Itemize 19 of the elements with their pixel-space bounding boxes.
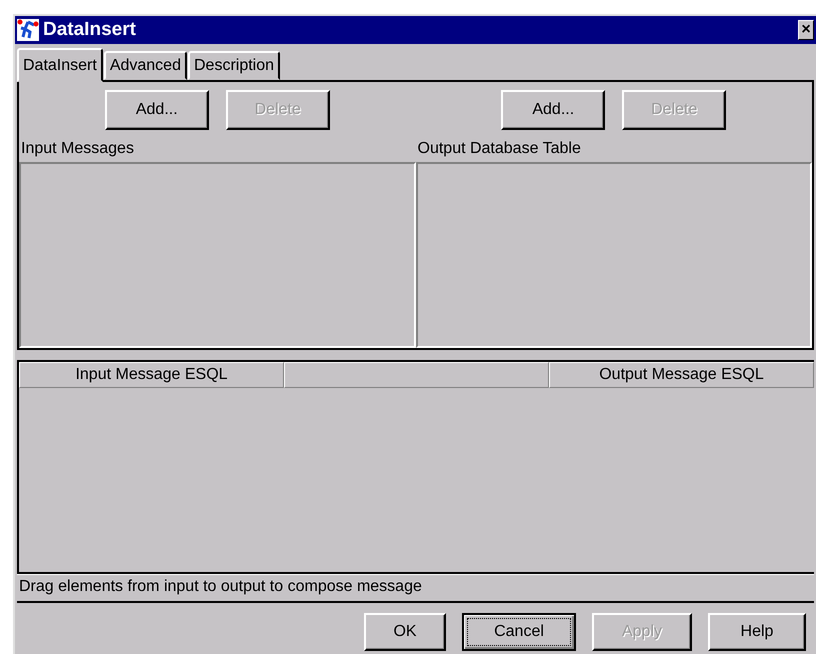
column-header[interactable]: Input Message ESQL xyxy=(19,362,284,388)
list-label: Output Database Table xyxy=(416,139,582,159)
list-box[interactable] xyxy=(416,162,812,348)
column-header[interactable] xyxy=(284,362,549,388)
app-icon xyxy=(17,19,39,41)
dialog-button[interactable]: Help xyxy=(708,613,806,651)
tab[interactable]: DataInsert xyxy=(17,48,103,82)
add-button[interactable]: Add... xyxy=(501,90,606,130)
tab[interactable]: Description xyxy=(188,51,280,80)
close-button[interactable]: × xyxy=(798,20,814,40)
dialog-button[interactable]: OK xyxy=(364,613,446,651)
list-box[interactable] xyxy=(19,162,416,348)
tab[interactable]: Advanced xyxy=(104,51,187,80)
window-title: DataInsert xyxy=(43,19,137,41)
list-label: Input Messages xyxy=(20,139,135,159)
column-header[interactable]: Output Message ESQL xyxy=(549,362,814,388)
dialog-button[interactable]: Cancel xyxy=(462,613,576,651)
status-text: Drag elements from input to output to compose message xyxy=(17,574,814,603)
add-button[interactable]: Add... xyxy=(104,90,209,130)
